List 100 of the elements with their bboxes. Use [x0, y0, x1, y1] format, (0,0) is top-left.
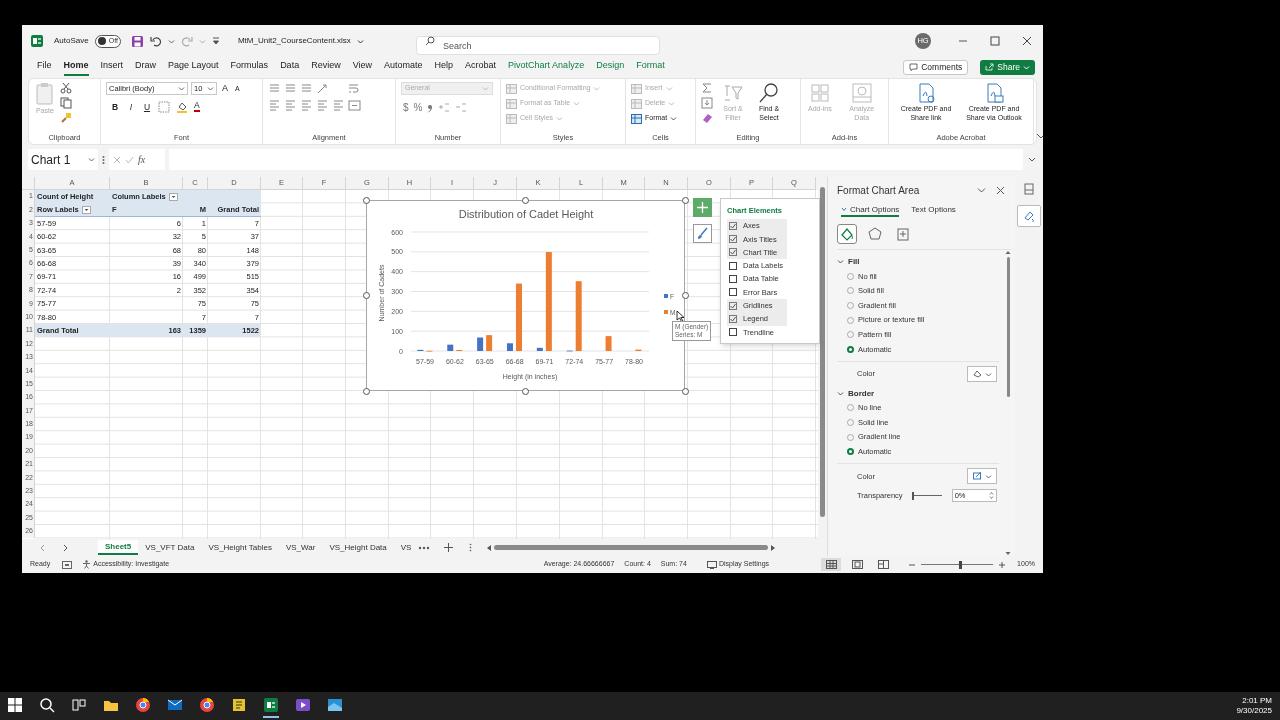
resize-handle[interactable] [362, 387, 370, 395]
checkbox[interactable] [729, 261, 737, 270]
bold-button[interactable]: B [110, 100, 120, 114]
orientation-icon[interactable] [316, 82, 329, 95]
color-picker-button[interactable] [967, 468, 997, 485]
section-header[interactable]: Border [837, 386, 1005, 401]
fill-tab-button[interactable] [837, 224, 857, 244]
share-button[interactable]: Share [980, 59, 1035, 75]
menu-tab[interactable]: PivotChart Analyze [508, 58, 585, 76]
chart-styles-button[interactable] [693, 224, 712, 243]
sheet-tab[interactable]: VS [393, 540, 419, 555]
chart-title[interactable]: Distribution of Cadet Height [458, 208, 594, 220]
sheet-view-icon[interactable] [1024, 183, 1034, 195]
menu-tab[interactable]: Acrobat [465, 58, 497, 76]
normal-view-button[interactable] [821, 558, 842, 571]
bar[interactable] [545, 252, 552, 351]
resize-handle[interactable] [681, 387, 689, 395]
menu-tab[interactable]: File [37, 58, 52, 76]
italic-button[interactable]: I [126, 100, 136, 114]
sheet-tab[interactable]: VS_VFT Data [138, 540, 202, 555]
resize-handle[interactable] [681, 196, 689, 204]
pane-tab[interactable]: Chart Options [841, 204, 900, 217]
grow-font-button[interactable]: A [220, 82, 230, 96]
bar[interactable] [447, 344, 454, 351]
menu-tab[interactable]: Help [434, 58, 454, 76]
comments-button[interactable]: Comments [903, 59, 969, 75]
name-box[interactable]: Chart 1 [28, 149, 98, 170]
resize-handle[interactable] [362, 196, 370, 204]
menu-tab[interactable]: Page Layout [168, 58, 219, 76]
sheet-tab[interactable]: VS_Height Data [322, 540, 394, 555]
copy-icon[interactable] [60, 97, 72, 109]
resize-handle[interactable] [522, 196, 529, 204]
color-picker-button[interactable] [967, 366, 997, 383]
font-color-button[interactable]: A [194, 101, 200, 113]
merge-cells-icon[interactable] [348, 99, 361, 112]
more-sheets-icon[interactable] [418, 544, 431, 551]
zoom-in-icon[interactable] [999, 561, 1006, 568]
comma-style-icon[interactable] [427, 102, 434, 113]
currency-button[interactable]: $ [403, 100, 409, 115]
menu-tab[interactable]: Insert [100, 58, 124, 76]
checkbox[interactable] [729, 221, 737, 230]
filter-dropdown-icon[interactable] [81, 205, 91, 214]
sheet-tab[interactable]: Sheet5 [98, 540, 139, 555]
insert-function-button[interactable]: fx [138, 152, 146, 167]
bar[interactable] [536, 347, 543, 351]
wrap-text-icon[interactable] [347, 82, 360, 95]
menu-tab[interactable]: Review [311, 58, 341, 76]
format-painter-icon[interactable] [60, 112, 72, 124]
expand-formula-icon[interactable] [1027, 155, 1037, 164]
search-field[interactable]: Search [416, 36, 660, 55]
undo-icon[interactable] [149, 35, 162, 47]
eraser-icon[interactable] [701, 112, 713, 124]
menu-tab[interactable]: Home [63, 58, 89, 76]
slider-thumb[interactable] [959, 560, 963, 569]
menu-tab[interactable]: Design [596, 58, 625, 76]
menu-tab[interactable]: Automate [384, 58, 423, 76]
horizontal-scrollbar[interactable] [486, 542, 777, 553]
clock-time[interactable]: 2:01 PM [1242, 696, 1272, 706]
pane-scrollbar[interactable] [1005, 250, 1011, 556]
filter-dropdown-icon[interactable] [168, 192, 178, 201]
resize-handle[interactable] [681, 292, 689, 299]
zoom-out-icon[interactable] [909, 561, 916, 568]
menu-tab[interactable]: View [352, 58, 372, 76]
pane-tab[interactable]: Text Options [911, 204, 956, 217]
radio-button[interactable] [847, 345, 854, 353]
percent-button[interactable]: % [413, 100, 423, 115]
checkbox[interactable] [729, 235, 737, 244]
sheet-tab[interactable]: VS_War [278, 540, 323, 555]
checkbox[interactable] [729, 314, 737, 323]
checkbox[interactable] [729, 288, 737, 297]
format-pane-toggle[interactable] [1017, 205, 1041, 227]
radio-button[interactable] [847, 448, 854, 456]
menu-tab[interactable]: Draw [135, 58, 157, 76]
sheet-tab[interactable]: VS_Height Tables [201, 540, 279, 555]
save-icon[interactable] [130, 34, 144, 48]
transparency-slider[interactable] [912, 491, 942, 501]
macro-record-icon[interactable] [62, 560, 73, 569]
checkbox[interactable] [729, 301, 737, 310]
menu-tab[interactable]: Data [280, 58, 300, 76]
section-header[interactable]: Fill [837, 255, 1005, 269]
checkbox[interactable] [729, 275, 737, 284]
checkbox[interactable] [729, 328, 737, 337]
menu-tab[interactable]: Formulas [230, 58, 269, 76]
bar[interactable] [486, 335, 493, 351]
resize-handle[interactable] [362, 292, 370, 299]
autosum-icon[interactable] [701, 82, 713, 94]
cut-icon[interactable] [60, 82, 72, 94]
pane-options-icon[interactable] [977, 186, 986, 194]
more-options-icon[interactable] [102, 154, 105, 165]
fill-color-icon[interactable] [176, 100, 188, 113]
resize-handle[interactable] [522, 387, 529, 395]
checkbox[interactable] [729, 248, 737, 257]
close-icon[interactable] [996, 185, 1005, 195]
chart-elements-button[interactable] [693, 198, 712, 217]
bar[interactable] [477, 337, 484, 351]
slider-thumb[interactable] [912, 491, 915, 500]
fill-down-icon[interactable] [701, 97, 713, 109]
customize-toolbar-icon[interactable] [211, 37, 220, 45]
clock-date[interactable]: 9/30/2025 [1236, 706, 1272, 716]
menu-tab[interactable]: Format [636, 58, 665, 76]
